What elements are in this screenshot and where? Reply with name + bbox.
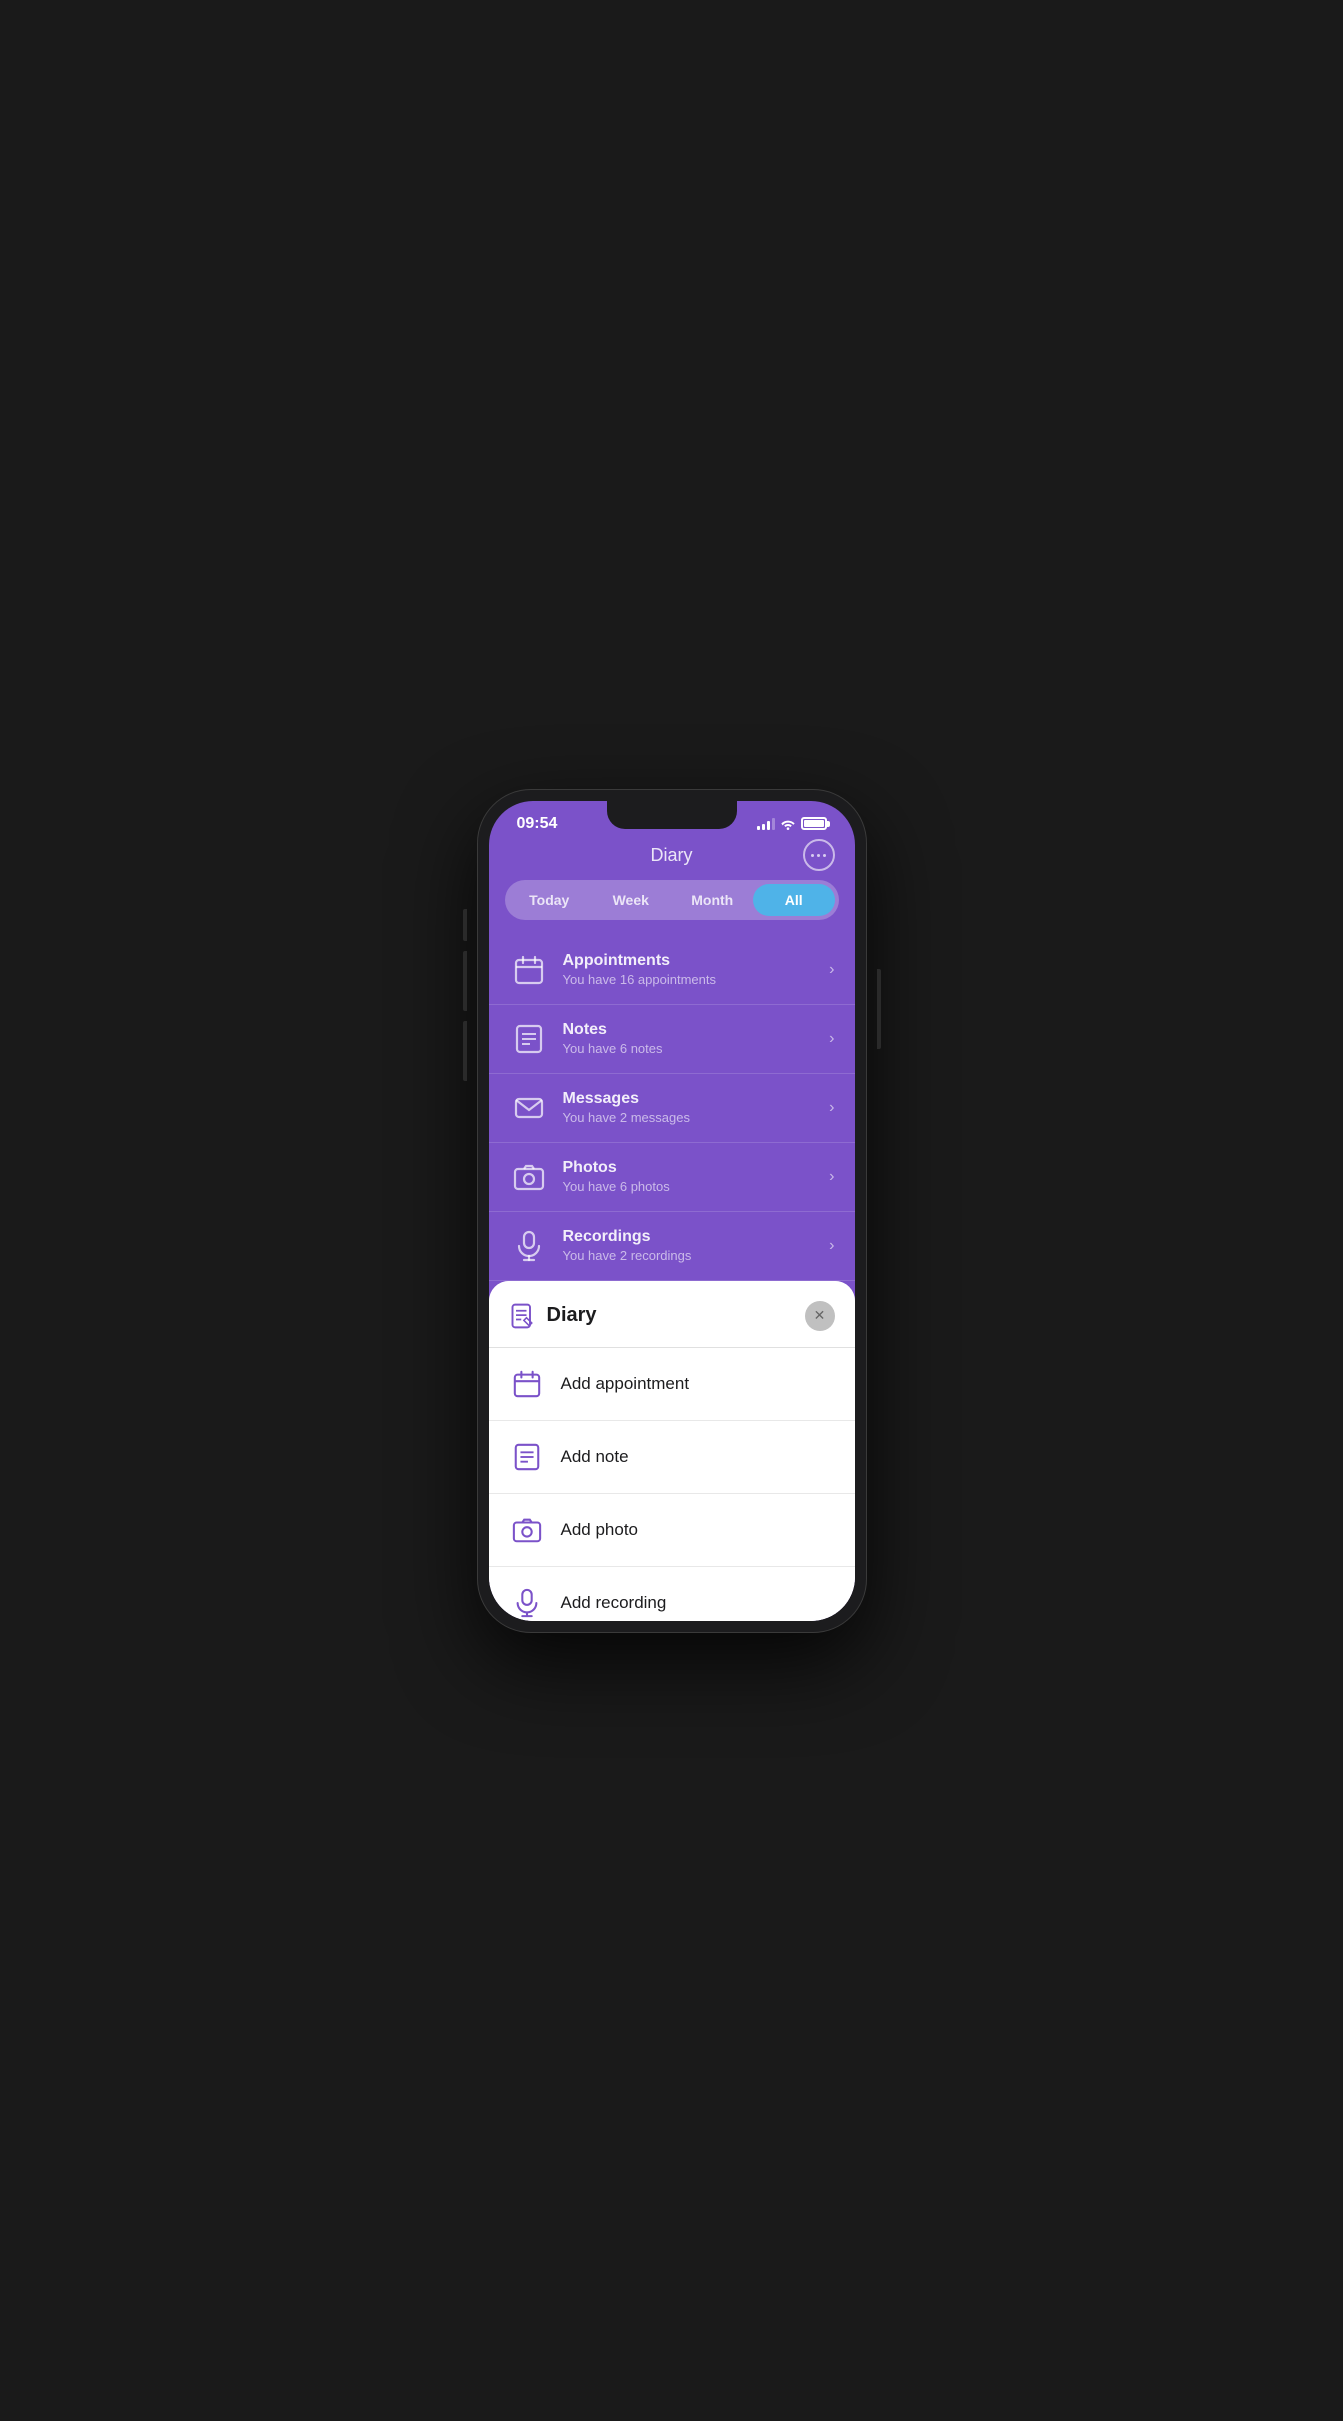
close-button[interactable]: ✕ [805,1301,835,1331]
messages-item[interactable]: Messages You have 2 messages › [489,1074,855,1143]
envelope-icon [509,1088,549,1128]
notes-text: Notes You have 6 notes [563,1021,830,1056]
tab-all[interactable]: All [753,884,835,916]
add-photo-camera-icon [509,1512,545,1548]
add-recording-microphone-icon [509,1585,545,1621]
appointments-arrow: › [829,961,834,979]
appointments-title: Appointments [563,952,830,970]
photos-subtitle: You have 6 photos [563,1179,830,1194]
messages-subtitle: You have 2 messages [563,1110,830,1125]
signal-icon [757,818,775,830]
add-appointment-label: Add appointment [561,1374,690,1394]
photos-arrow: › [829,1168,834,1186]
menu-button[interactable] [803,839,835,871]
recordings-arrow: › [829,1237,834,1255]
power-button [877,969,881,1049]
notes-item[interactable]: Notes You have 6 notes › [489,1005,855,1074]
notes-arrow: › [829,1030,834,1048]
add-appointment-calendar-icon [509,1366,545,1402]
appointments-subtitle: You have 16 appointments [563,972,830,987]
status-icons [757,817,827,830]
diary-icon [509,1302,537,1330]
volume-down-button [463,1021,467,1081]
photos-text: Photos You have 6 photos [563,1159,830,1194]
sheet-list: Add appointment Add note [489,1348,855,1621]
add-recording-label: Add recording [561,1593,667,1613]
appointments-text: Appointments You have 16 appointments [563,952,830,987]
page-header: Diary [489,837,855,880]
recordings-text: Recordings You have 2 recordings [563,1228,830,1263]
add-photo-item[interactable]: Add photo [489,1494,855,1567]
recordings-subtitle: You have 2 recordings [563,1248,830,1263]
volume-mute-button [463,909,467,941]
tab-today[interactable]: Today [509,884,591,916]
phone-frame: 09:54 Diary [477,789,867,1633]
notes-subtitle: You have 6 notes [563,1041,830,1056]
notes-icon [509,1019,549,1059]
wifi-icon [780,818,796,830]
tab-bar: Today Week Month All [505,880,839,920]
tab-week[interactable]: Week [590,884,672,916]
add-note-icon [509,1439,545,1475]
add-recording-item[interactable]: Add recording [489,1567,855,1621]
battery-icon [801,817,827,830]
messages-arrow: › [829,1099,834,1117]
page-title: Diary [650,845,692,866]
add-appointment-item[interactable]: Add appointment [489,1348,855,1421]
notch [607,801,737,829]
messages-title: Messages [563,1090,830,1108]
add-photo-label: Add photo [561,1520,639,1540]
sheet-header: Diary ✕ [489,1281,855,1348]
photos-title: Photos [563,1159,830,1177]
appointments-item[interactable]: Appointments You have 16 appointments › [489,936,855,1005]
ellipsis-icon [811,854,826,857]
photos-item[interactable]: Photos You have 6 photos › [489,1143,855,1212]
messages-text: Messages You have 2 messages [563,1090,830,1125]
notes-title: Notes [563,1021,830,1039]
add-note-label: Add note [561,1447,629,1467]
recordings-title: Recordings [563,1228,830,1246]
calendar-icon [509,950,549,990]
phone-screen: 09:54 Diary [489,801,855,1621]
microphone-icon [509,1226,549,1266]
menu-list: Appointments You have 16 appointments › [489,936,855,1281]
add-note-item[interactable]: Add note [489,1421,855,1494]
sheet-title-area: Diary [509,1302,597,1330]
volume-up-button [463,951,467,1011]
tab-month[interactable]: Month [672,884,754,916]
sheet-title: Diary [547,1304,597,1327]
main-content: Appointments You have 16 appointments › [489,936,855,1621]
recordings-item[interactable]: Recordings You have 2 recordings › [489,1212,855,1281]
bottom-sheet: Diary ✕ [489,1281,855,1621]
camera-icon [509,1157,549,1197]
status-time: 09:54 [517,815,558,833]
